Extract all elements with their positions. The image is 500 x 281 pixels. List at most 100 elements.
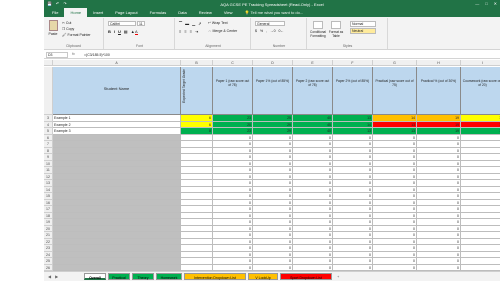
close-icon[interactable]: ✕ xyxy=(494,1,497,6)
header-D: Paper 1% (out of 85%) xyxy=(253,67,293,115)
sheet-tab-theory[interactable]: Theory xyxy=(132,273,154,280)
tab-data[interactable]: Data xyxy=(172,8,192,17)
sheet-tab-overall[interactable]: Overall xyxy=(84,273,106,280)
italic-button[interactable]: I xyxy=(114,29,115,34)
formula-input[interactable]: =(C3/185.5)*100 xyxy=(84,53,110,57)
font-color-glyph: A xyxy=(135,29,138,35)
header-H: Practical % (out of 30%) xyxy=(417,67,461,115)
add-sheet-button[interactable]: + xyxy=(337,274,339,279)
tab-insert[interactable]: Insert xyxy=(87,8,109,17)
scissors-icon: ✂ xyxy=(62,21,65,25)
align-left-icon[interactable]: ≡ xyxy=(179,29,181,34)
merge-center-button[interactable]: ⇔ Merge & Center xyxy=(208,29,237,33)
align-center-icon[interactable]: ≡ xyxy=(184,29,186,34)
header-H-label: Practical % (out of 30%) xyxy=(420,79,457,83)
col-header-D[interactable]: D xyxy=(253,60,293,66)
align-bottom-icon[interactable]: ▁ xyxy=(192,21,195,26)
sheet-tab-bar: ◀ ▶ Overall Practical Theory Homework Interv… xyxy=(44,271,500,281)
paste-icon xyxy=(48,20,58,31)
number-group: General $ % , →0 0← Number xyxy=(252,18,307,49)
col-header-H[interactable]: H xyxy=(417,60,461,66)
maximize-icon[interactable]: □ xyxy=(485,1,487,6)
format-as-table-button[interactable]: Format as Table xyxy=(328,21,344,38)
header-C-label: Paper 1 (raw score out of 78) xyxy=(215,79,250,87)
cut-button[interactable]: ✂ Cut xyxy=(62,21,71,25)
orientation-icon[interactable]: ⇗ xyxy=(198,21,201,26)
prev-sheet-icon[interactable]: ◀ xyxy=(48,274,51,279)
sheet-tab-sport-dropdown-list[interactable]: Sport Dropdown List xyxy=(280,273,332,280)
minimize-icon[interactable]: — xyxy=(475,1,479,6)
col-header-F[interactable]: F xyxy=(333,60,373,66)
wrap-text-button[interactable]: ↵ Wrap Text xyxy=(208,21,228,25)
row-header-1[interactable] xyxy=(44,67,53,115)
next-sheet-icon[interactable]: ▶ xyxy=(55,274,58,279)
align-top-icon[interactable]: ▔ xyxy=(179,21,182,26)
copy-icon: ❐ xyxy=(62,27,66,31)
wrap-icon: ↵ xyxy=(208,21,211,25)
align-middle-icon[interactable]: ▬ xyxy=(185,21,189,26)
tab-home[interactable]: Home xyxy=(64,8,88,17)
tab-page-layout[interactable]: Page Layout xyxy=(109,8,143,17)
percent-button[interactable]: % xyxy=(260,29,263,33)
header-F-label: Paper 2% (out of 85%) xyxy=(335,79,370,83)
tab-review[interactable]: Review xyxy=(193,8,218,17)
sheet-tab-intervention-dropdown-list[interactable]: Intervention Dropdown List xyxy=(184,273,246,280)
col-header-A[interactable]: A xyxy=(53,60,181,66)
tell-me-search[interactable]: 💡 Tell me what you want to do... xyxy=(244,8,303,17)
header-B: Expected Target Grade xyxy=(181,67,213,115)
alignment-label: Alignment xyxy=(205,44,221,48)
select-all-corner[interactable] xyxy=(44,60,53,66)
worksheet-grid[interactable]: ABCDEFGHIJKLMNStudent NameExpected Targe… xyxy=(44,60,500,271)
font-size-select[interactable]: 11 xyxy=(137,21,145,26)
font-label: Font xyxy=(135,44,143,48)
font-name-select[interactable]: Calibri xyxy=(108,21,136,26)
conditional-formatting-button[interactable]: Conditional Formatting xyxy=(310,21,326,38)
sheet-tab-v-lookup[interactable]: V LookUp xyxy=(248,273,278,280)
excel-window: 💾 ↶ ↷ AQA GCSE PE Tracking Spreadsheet (… xyxy=(44,0,500,281)
decrease-decimal-icon[interactable]: 0← xyxy=(279,29,284,33)
clipboard-label: Clipboard xyxy=(66,44,81,48)
col-header-E[interactable]: E xyxy=(293,60,333,66)
sheet-tab-homework[interactable]: Homework xyxy=(156,273,182,280)
header-E-label: Paper 2 (raw score out of 78) xyxy=(295,79,330,87)
name-box[interactable]: D3 xyxy=(46,52,68,58)
col-header-I[interactable]: I xyxy=(461,60,500,66)
indent-icon[interactable]: ⇥ xyxy=(195,29,198,34)
font-group: Calibri 11 B I U ▦ ▲ A Font xyxy=(105,18,175,49)
header-G: Practical (raw score out of 75) xyxy=(373,67,417,115)
header-student-name: Student Name xyxy=(103,86,130,91)
paste-button[interactable]: Paste xyxy=(47,20,59,38)
currency-button[interactable]: $ xyxy=(255,29,257,33)
bold-button[interactable]: B xyxy=(108,29,111,34)
borders-icon[interactable]: ▦ xyxy=(124,29,128,34)
clipboard-group: Paste ✂ Cut ❐ Copy 🖌 Format Painter Clip… xyxy=(44,18,104,49)
merge-label: Merge & Center xyxy=(212,29,238,33)
header-I: Coursework (raw score out of 20) xyxy=(461,67,500,115)
sheet-tab-practical[interactable]: Practical xyxy=(108,273,130,280)
tab-view[interactable]: View xyxy=(218,8,239,17)
col-header-B[interactable]: B xyxy=(181,60,213,66)
style-normal[interactable]: Normal xyxy=(350,21,376,27)
sheet-nav-arrows: ◀ ▶ xyxy=(48,274,58,279)
header-I-label: Coursework (raw score out of 20) xyxy=(462,79,500,87)
underline-button[interactable]: U xyxy=(118,29,121,34)
header-A: Student Name xyxy=(53,67,181,115)
number-format-select[interactable]: General xyxy=(255,21,285,26)
copy-button[interactable]: ❐ Copy xyxy=(62,27,74,31)
header-C: Paper 1 (raw score out of 78) xyxy=(213,67,253,115)
align-right-icon[interactable]: ≡ xyxy=(190,29,192,34)
paste-label: Paste xyxy=(48,32,58,36)
header-E: Paper 2 (raw score out of 78) xyxy=(293,67,333,115)
increase-decimal-icon[interactable]: →0 xyxy=(270,29,275,33)
col-header-C[interactable]: C xyxy=(213,60,253,66)
tab-formulas[interactable]: Formulas xyxy=(144,8,173,17)
format-painter-button[interactable]: 🖌 Format Painter xyxy=(62,33,91,37)
fx-icon[interactable]: fx xyxy=(72,52,75,56)
style-neutral[interactable]: Neutral xyxy=(350,28,376,34)
conditional-formatting-icon xyxy=(313,21,323,29)
comma-button[interactable]: , xyxy=(266,29,267,33)
tab-file[interactable]: File xyxy=(46,8,64,17)
styles-group: Conditional Formatting Format as Table N… xyxy=(308,18,388,49)
col-header-G[interactable]: G xyxy=(373,60,417,66)
font-color-button[interactable]: A xyxy=(135,29,138,35)
